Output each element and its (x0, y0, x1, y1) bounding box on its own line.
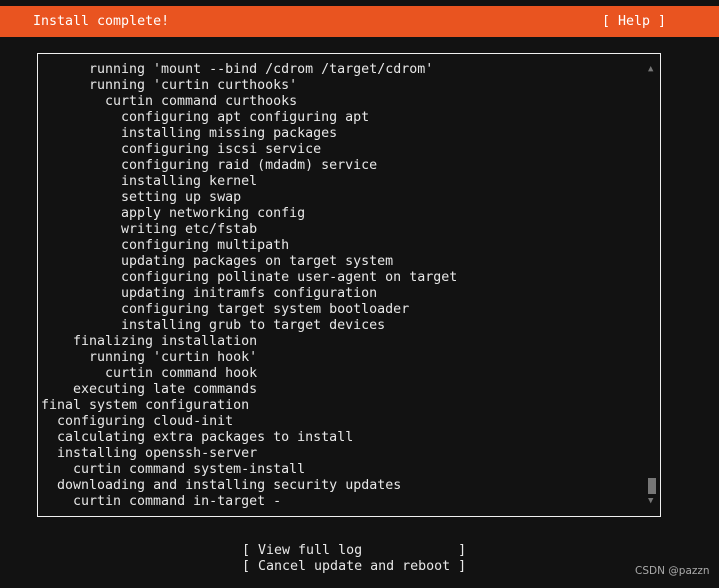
scroll-up-arrow-icon[interactable]: ▲ (648, 64, 653, 74)
log-line: curtin command curthooks (105, 94, 298, 109)
log-line: downloading and installing security upda… (57, 478, 402, 493)
scroll-down-arrow-icon[interactable]: ▼ (648, 496, 653, 506)
log-line: writing etc/fstab (121, 222, 258, 237)
log-line: updating initramfs configuration (121, 286, 378, 301)
log-line: final system configuration (41, 398, 250, 413)
page-title: Install complete! (33, 14, 170, 29)
log-line: curtin command in-target - (73, 494, 282, 509)
log-line: configuring iscsi service (121, 142, 322, 157)
log-line: setting up swap (121, 190, 242, 205)
scrollbar-thumb[interactable] (648, 478, 656, 494)
log-line: updating packages on target system (121, 254, 394, 269)
log-line: configuring target system bootloader (121, 302, 410, 317)
log-line: curtin command system-install (73, 462, 306, 477)
log-line: apply networking config (121, 206, 306, 221)
view-full-log-button[interactable]: [ View full log ] (242, 543, 466, 559)
watermark: CSDN @pazzn (635, 565, 710, 577)
log-line: installing grub to target devices (121, 318, 386, 333)
log-line: curtin command hook (105, 366, 258, 381)
log-line: running 'curtin hook' (89, 350, 258, 365)
log-line: finalizing installation (73, 334, 258, 349)
log-line: configuring multipath (121, 238, 290, 253)
log-line: configuring raid (mdadm) service (121, 158, 378, 173)
log-line: running 'curtin curthooks' (89, 78, 298, 93)
header-bar: Install complete! [ Help ] (0, 6, 719, 37)
log-line: executing late commands (73, 382, 258, 397)
log-line: calculating extra packages to install (57, 430, 354, 445)
log-line: configuring apt configuring apt (121, 110, 370, 125)
log-lines: running 'mount --bind /cdrom /target/cdr… (41, 62, 457, 510)
cancel-update-reboot-button[interactable]: [ Cancel update and reboot ] (242, 559, 466, 575)
log-line: installing kernel (121, 174, 258, 189)
log-line: installing missing packages (121, 126, 338, 141)
help-button[interactable]: [ Help ] (602, 14, 666, 29)
install-log[interactable]: running 'mount --bind /cdrom /target/cdr… (37, 53, 661, 517)
log-line: configuring cloud-init (57, 414, 234, 429)
log-line: running 'mount --bind /cdrom /target/cdr… (89, 62, 434, 77)
log-line: installing openssh-server (57, 446, 258, 461)
log-line: configuring pollinate user-agent on targ… (121, 270, 458, 285)
